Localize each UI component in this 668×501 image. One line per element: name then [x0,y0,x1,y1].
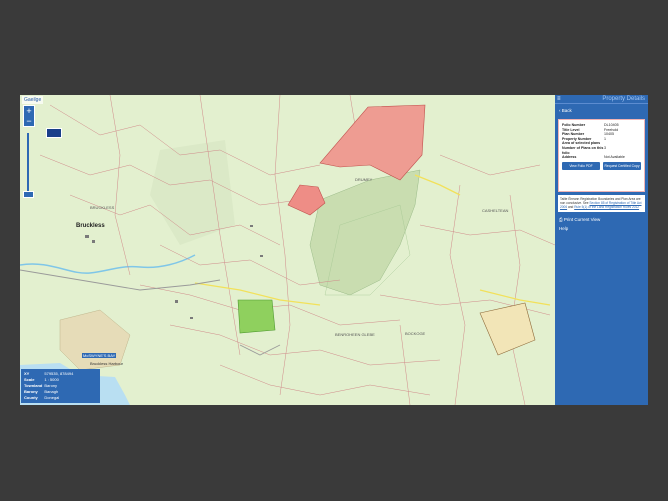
app-window: Gaeilge + − Bruckless BRUCKLESS McSWYNE'… [20,95,648,405]
print-label: Print Current View [563,216,601,222]
county-value: Donegal [44,395,60,400]
river [20,254,196,274]
place-label-mcswynes-bay: McSWYNE'S BAY [82,353,117,358]
panel-header: ≡ Property Details [555,95,648,104]
boundary-note: Tailte Éireann Registration Boundaries a… [558,195,645,212]
zoom-slider-handle[interactable] [23,191,34,198]
place-label-benroheen: BENROHEEN GLEBE [335,332,375,337]
menu-icon[interactable]: ≡ [557,96,561,102]
bin-icon[interactable] [46,128,62,138]
zoom-controls: + − [23,105,35,127]
place-label-drumey: DRUMEY [355,177,373,182]
county-label: County [24,395,38,400]
place-label-bruckless-town: Bruckless [76,223,105,229]
parcel-hatched[interactable] [479,302,536,356]
panel-title: Property Details [602,96,645,102]
coordinate-info-box: XY 579535, 878494 Scale 1 : 5000 Townland B… [21,369,100,403]
property-panel: ≡ Property Details ‹ Back Folio Number DL… [555,95,648,405]
note-and: and [567,205,574,210]
back-link[interactable]: ‹ Back [559,108,648,113]
property-details-card: Folio Number DL10405 Title Level Freehold … [558,119,645,192]
details-table: Folio Number DL10405 Title Level Freehold … [562,123,641,160]
place-label-bruckless: BRUCKLESS [90,205,115,210]
detail-label: Number of Plans on this folio [562,145,604,155]
language-toggle[interactable]: Gaeilge [22,96,44,104]
note-link-rule5[interactable]: Rule 5(1) of the Land Registration Rules… [574,205,639,209]
detail-value: 3 [604,145,606,150]
place-label-bockoge: BOCKOGE [405,331,426,336]
help-link[interactable]: Help [559,226,648,231]
selected-plan-1[interactable] [319,104,426,181]
forest-area [309,169,421,296]
buildings [85,225,263,319]
print-icon: ⎙ [559,216,563,222]
detail-row: Number of Plans on this folio 3 [562,146,641,155]
zoom-slider-track[interactable] [27,133,29,193]
parcel-green[interactable] [237,299,276,334]
view-folio-pdf-button[interactable]: View Folio PDF [562,161,600,170]
map-canvas[interactable]: Gaeilge + − Bruckless BRUCKLESS McSWYNE'… [20,95,555,405]
zoom-in-button[interactable]: + [24,106,34,116]
place-label-harbour: Bruckless Harbour [90,361,123,366]
place-label-cashelteane: CASHELTEAN [482,208,509,213]
detail-label: Address [562,155,577,160]
zoom-out-button[interactable]: − [24,116,34,126]
back-label: Back [561,108,572,113]
chevron-left-icon: ‹ [559,108,561,113]
details-actions: View Folio PDF Request Certified Copy [562,161,641,170]
woodland [150,140,235,245]
map-graphics[interactable] [20,95,555,405]
print-current-view-link[interactable]: ⎙ Print Current View [559,217,648,222]
request-certified-copy-button[interactable]: Request Certified Copy [603,161,641,170]
detail-value: Not Available [604,155,625,160]
detail-row: Address Not Available [562,155,641,160]
